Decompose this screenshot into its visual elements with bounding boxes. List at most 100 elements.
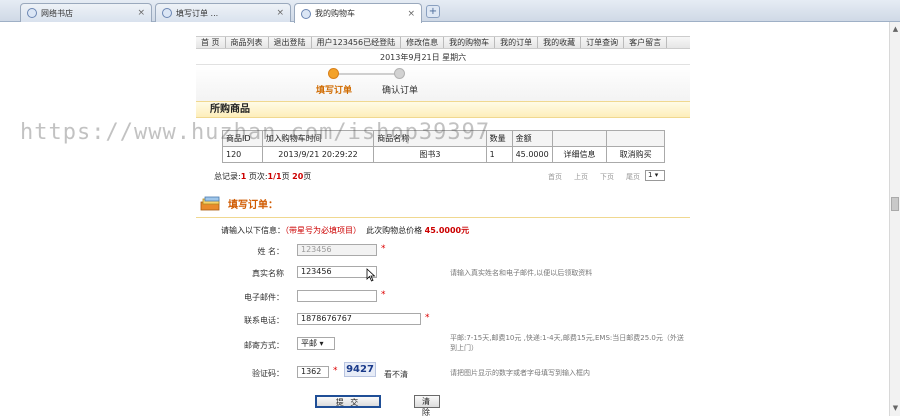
pager-last[interactable]: 尾页 (626, 172, 640, 182)
ie-page-icon (301, 8, 311, 19)
captcha-tip: 请把图片显示的数字或者字母填写到输入框内 (450, 369, 590, 377)
captcha-refresh-link[interactable]: 看不清 (384, 369, 408, 380)
tab-label: 我的购物车 (315, 9, 355, 18)
clear-button[interactable]: 清 除 (414, 395, 440, 416)
required-mark: * (381, 290, 386, 300)
col-header: 商品名称 (373, 130, 487, 147)
nav-my-favorites[interactable]: 我的收藏 (538, 37, 582, 48)
realname-input[interactable]: 123456 (297, 266, 377, 278)
email-label: 电子邮件： (244, 293, 284, 302)
tab-bookstore[interactable]: 网络书店 × (20, 3, 152, 22)
tab-close-icon[interactable]: × (137, 8, 145, 18)
cell-name: 图书3 (373, 146, 487, 163)
col-header: 商品ID (222, 130, 263, 147)
cell-amount: 45.0000 (511, 146, 553, 163)
cancel-purchase-link[interactable]: 取消购买 (606, 146, 665, 163)
col-header (551, 130, 608, 147)
scroll-thumb[interactable] (891, 197, 899, 211)
vertical-scrollbar[interactable]: ▲ ▼ (889, 22, 900, 416)
ie-page-icon (162, 8, 172, 18)
step-active-dot-icon (328, 68, 339, 79)
submit-button[interactable]: 提 交 (315, 395, 381, 408)
page-select-value: 1 (648, 171, 653, 179)
step-connector (336, 73, 398, 75)
page-value: 1/1 (267, 172, 282, 181)
phone-label: 联系电话： (244, 316, 284, 325)
page-label: 页次: (248, 172, 268, 181)
table-row: 120 2013/9/21 20:29:22 图书3 1 45.0000 详细信… (222, 146, 665, 163)
info-prompt: 请输入以下信息： (221, 226, 285, 235)
shipping-label: 邮寄方式： (244, 341, 284, 350)
scroll-down-icon[interactable]: ▼ (891, 404, 900, 413)
page-size: 20 (292, 172, 304, 181)
nav-my-orders[interactable]: 我的订单 (495, 37, 539, 48)
captcha-input[interactable]: 1362 (297, 366, 329, 378)
total-price-label: 此次购物总价格 (366, 226, 423, 235)
captcha-label: 验证码： (252, 369, 284, 378)
nav-home[interactable]: 首 页 (196, 37, 226, 48)
tab-close-icon[interactable]: × (407, 9, 415, 19)
table-header-row: 商品ID 加入购物车时间 商品名称 数量 金额 (222, 130, 665, 147)
realname-tip: 请输入真实姓名和电子邮件,以便以后领取资料 (450, 269, 593, 277)
current-date: 2013年9月21日 星期六 (380, 53, 467, 62)
required-mark: * (425, 313, 430, 323)
section-title: 所购商品 (196, 101, 690, 118)
cart-table: 商品ID 加入购物车时间 商品名称 数量 金额 120 2013/9/21 20… (222, 130, 665, 163)
tab-my-cart[interactable]: 我的购物车 × (294, 3, 422, 23)
page-size-suffix: 页 (303, 172, 312, 181)
nav-order-query[interactable]: 订单查询 (581, 37, 625, 48)
realname-label: 真实名称 (252, 269, 284, 278)
name-input[interactable]: 123456 (297, 244, 377, 256)
step-confirm-order: 确认订单 (382, 86, 419, 96)
captcha-image: 9427 (344, 362, 376, 377)
shipping-tip: 平邮:7-15天,邮费10元 ,快递:1-4天,邮费15元,EMS:当日邮费25… (450, 334, 684, 352)
tab-close-icon[interactable]: × (276, 8, 284, 18)
email-input[interactable] (297, 290, 377, 302)
col-header: 数量 (485, 130, 513, 147)
step-fill-order: 填写订单 (316, 86, 353, 96)
nav-products[interactable]: 商品列表 (226, 37, 269, 48)
nav-logout[interactable]: 退出登陆 (269, 37, 312, 48)
cell-time: 2013/9/21 20:29:22 (261, 146, 375, 163)
cell-id: 120 (222, 146, 263, 163)
col-header: 金额 (511, 130, 553, 147)
mouse-cursor-icon (366, 268, 376, 282)
pager-first[interactable]: 首页 (548, 172, 562, 182)
page-select[interactable]: 1 ▾ (645, 170, 665, 181)
required-mark: * (381, 244, 386, 254)
shipping-select[interactable]: 平邮 ▾ (297, 337, 335, 350)
pager-next[interactable]: 下页 (600, 172, 614, 182)
paging-summary: 总记录:1 页次:1/1页 20页 (214, 171, 311, 182)
tab-label: 填写订单 ... (176, 8, 219, 18)
chevron-down-icon: ▾ (319, 339, 324, 348)
total-label: 总记录: (214, 172, 241, 181)
col-header: 加入购物车时间 (261, 130, 375, 147)
tab-fill-order[interactable]: 填写订单 ... × (155, 3, 291, 22)
cell-qty: 1 (485, 146, 513, 163)
nav-my-cart[interactable]: 我的购物车 (444, 37, 496, 48)
required-mark: * (333, 366, 338, 376)
required-hint: （带星号为必填项目） (285, 226, 361, 235)
browser-tab-bar: 网络书店 × 填写订单 ... × 我的购物车 × + (0, 0, 900, 23)
chevron-down-icon: ▾ (654, 171, 659, 179)
nav-edit-info[interactable]: 修改信息 (401, 37, 445, 48)
new-tab-button[interactable]: + (426, 5, 440, 18)
order-steps: 填写订单 确认订单 (196, 64, 690, 102)
page-suffix: 页 (281, 172, 290, 181)
scroll-up-icon[interactable]: ▲ (891, 25, 900, 34)
order-heading: 填写订单： (196, 192, 690, 218)
nav-guestbook[interactable]: 客户留言 (624, 37, 668, 48)
pager-prev[interactable]: 上页 (574, 172, 588, 182)
col-header (606, 130, 665, 147)
site-nav: 首 页 商品列表 退出登陆 用户123456已经登陆 修改信息 我的购物车 我的… (196, 36, 690, 49)
book-icon (200, 196, 220, 211)
ie-page-icon (27, 8, 37, 18)
phone-input[interactable]: 1878676767 (297, 313, 421, 325)
order-info-line: 请输入以下信息：（带星号为必填项目） 此次购物总价格 45.0000元 (221, 225, 469, 236)
order-title: 填写订单： (228, 200, 278, 211)
name-label: 姓 名： (257, 247, 284, 256)
pager: 首页 上页 下页 尾页 (548, 172, 640, 182)
detail-link[interactable]: 详细信息 (551, 146, 608, 163)
tab-label: 网络书店 (41, 8, 73, 18)
step-inactive-dot-icon (394, 68, 405, 79)
